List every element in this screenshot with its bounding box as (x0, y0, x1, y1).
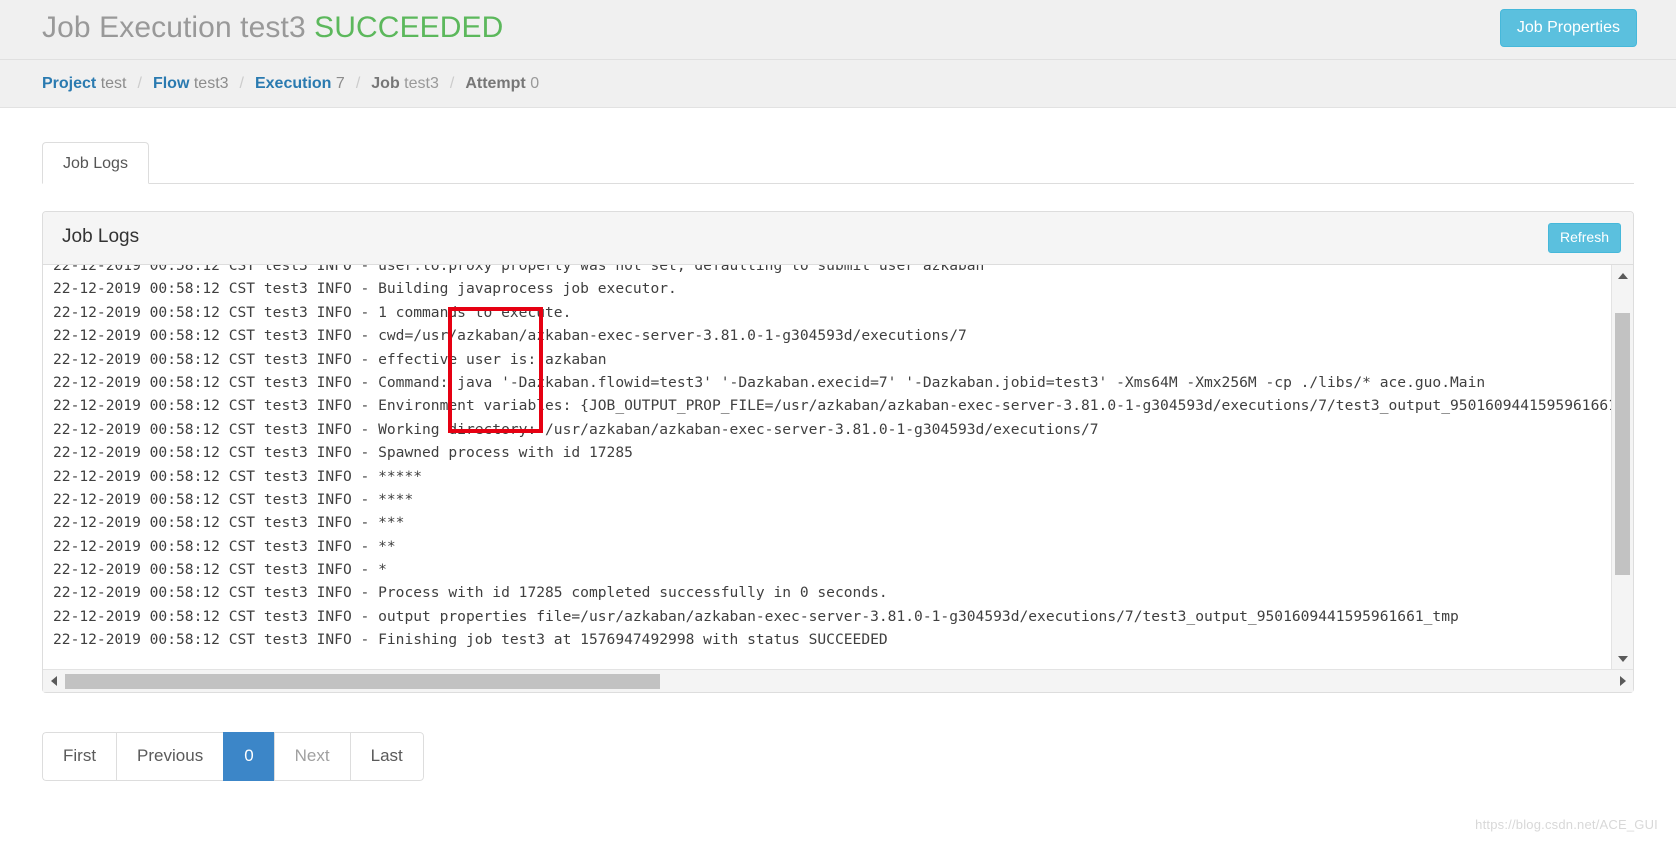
page-header: Job Execution test3 SUCCEEDED Job Proper… (0, 0, 1676, 60)
breadcrumb-item-project[interactable]: Project test (42, 75, 127, 93)
log-viewport: 22-12-2019 00:58:12 CST test3 INFO - use… (43, 265, 1633, 692)
tab-job-logs[interactable]: Job Logs (42, 141, 149, 184)
breadcrumb-item-value: test3 (404, 74, 439, 92)
log-line: 22-12-2019 00:58:12 CST test3 INFO - Env… (53, 397, 1611, 415)
scroll-right-arrow-icon[interactable] (1612, 670, 1633, 692)
breadcrumb-item-execution[interactable]: Execution 7 (255, 75, 345, 93)
pagination-button-last[interactable]: Last (349, 732, 424, 782)
horizontal-scroll-thumb[interactable] (65, 674, 660, 689)
pagination-button-0[interactable]: 0 (223, 732, 274, 782)
status-badge: SUCCEEDED (314, 11, 504, 44)
scroll-left-arrow-icon[interactable] (43, 670, 64, 692)
breadcrumb-separator: / (449, 74, 455, 92)
breadcrumb-item-key: Project (42, 74, 97, 92)
log-line: 22-12-2019 00:58:12 CST test3 INFO - Com… (53, 373, 1486, 391)
log-text: 22-12-2019 00:58:12 CST test3 INFO - use… (53, 265, 1611, 652)
log-line: 22-12-2019 00:58:12 CST test3 INFO - Wor… (53, 420, 1099, 438)
panel-title: Job Logs (62, 226, 140, 247)
log-scroll-area[interactable]: 22-12-2019 00:58:12 CST test3 INFO - use… (43, 265, 1611, 669)
log-line: 22-12-2019 00:58:12 CST test3 INFO - Fin… (53, 631, 888, 649)
pagination-button-previous[interactable]: Previous (116, 732, 224, 782)
breadcrumb-item-attempt: Attempt 0 (465, 75, 539, 93)
vertical-scroll-thumb[interactable] (1615, 313, 1630, 575)
log-line: 22-12-2019 00:58:12 CST test3 INFO - ***… (53, 467, 423, 485)
breadcrumb-separator: / (239, 74, 244, 92)
main-content: Job Logs Job Logs Refresh 22-12-2019 00:… (0, 140, 1676, 782)
scroll-down-arrow-icon[interactable] (1612, 648, 1633, 669)
page-title: Job Execution test3 SUCCEEDED (42, 11, 503, 45)
log-line: 22-12-2019 00:58:12 CST test3 INFO - *** (53, 514, 405, 532)
breadcrumb-item-value: test (100, 74, 127, 92)
breadcrumb-separator: / (355, 74, 361, 92)
refresh-button[interactable]: Refresh (1547, 223, 1621, 253)
breadcrumb-item-value: test3 (193, 74, 229, 92)
breadcrumb-item-key: Job (371, 74, 400, 92)
log-line: 22-12-2019 00:58:12 CST test3 INFO - * (53, 561, 387, 579)
breadcrumb-item-key: Flow (152, 74, 190, 92)
log-line: 22-12-2019 00:58:12 CST test3 INFO - out… (53, 607, 1459, 625)
log-line: 22-12-2019 00:58:12 CST test3 INFO - Pro… (53, 584, 888, 602)
pagination-button-next[interactable]: Next (273, 732, 350, 782)
vertical-scrollbar[interactable] (1611, 265, 1633, 669)
page-title-text: Job Execution test3 (42, 11, 306, 44)
breadcrumb-item-job: Job test3 (371, 75, 439, 93)
breadcrumb-item-flow[interactable]: Flow test3 (153, 75, 229, 93)
log-line: 22-12-2019 00:58:12 CST test3 INFO - Bui… (53, 280, 677, 298)
log-line: 22-12-2019 00:58:12 CST test3 INFO - ** (53, 537, 396, 555)
tab-bar: Job Logs (42, 140, 1634, 184)
breadcrumb-item-key: Execution (254, 74, 332, 92)
breadcrumb: Project test / Flow test3 / Execution 7 / Job … (0, 60, 1676, 108)
log-line: 22-12-2019 00:58:12 CST test3 INFO - use… (53, 265, 985, 274)
job-properties-button[interactable]: Job Properties (1499, 9, 1637, 48)
log-line: 22-12-2019 00:58:12 CST test3 INFO - 1 c… (53, 303, 572, 321)
pagination: First Previous 0 Next Last (42, 732, 424, 782)
breadcrumb-item-value: 7 (335, 74, 345, 92)
scroll-up-arrow-icon[interactable] (1612, 265, 1633, 286)
horizontal-scrollbar[interactable] (43, 669, 1633, 692)
log-line: 22-12-2019 00:58:12 CST test3 INFO - cwd… (53, 327, 967, 345)
log-line: 22-12-2019 00:58:12 CST test3 INFO - ***… (53, 490, 414, 508)
log-line: 22-12-2019 00:58:12 CST test3 INFO - eff… (53, 350, 607, 368)
breadcrumb-separator: / (137, 74, 142, 92)
panel-heading: Job Logs Refresh (43, 212, 1633, 265)
breadcrumb-item-value: 0 (530, 74, 540, 92)
breadcrumb-item-key: Attempt (465, 74, 526, 92)
watermark: https://blog.csdn.net/ACE_GUI (1475, 817, 1658, 832)
pagination-button-first[interactable]: First (42, 732, 117, 782)
job-logs-panel: Job Logs Refresh 22-12-2019 00:58:12 CST… (42, 211, 1634, 693)
log-line: 22-12-2019 00:58:12 CST test3 INFO - Spa… (53, 444, 633, 462)
